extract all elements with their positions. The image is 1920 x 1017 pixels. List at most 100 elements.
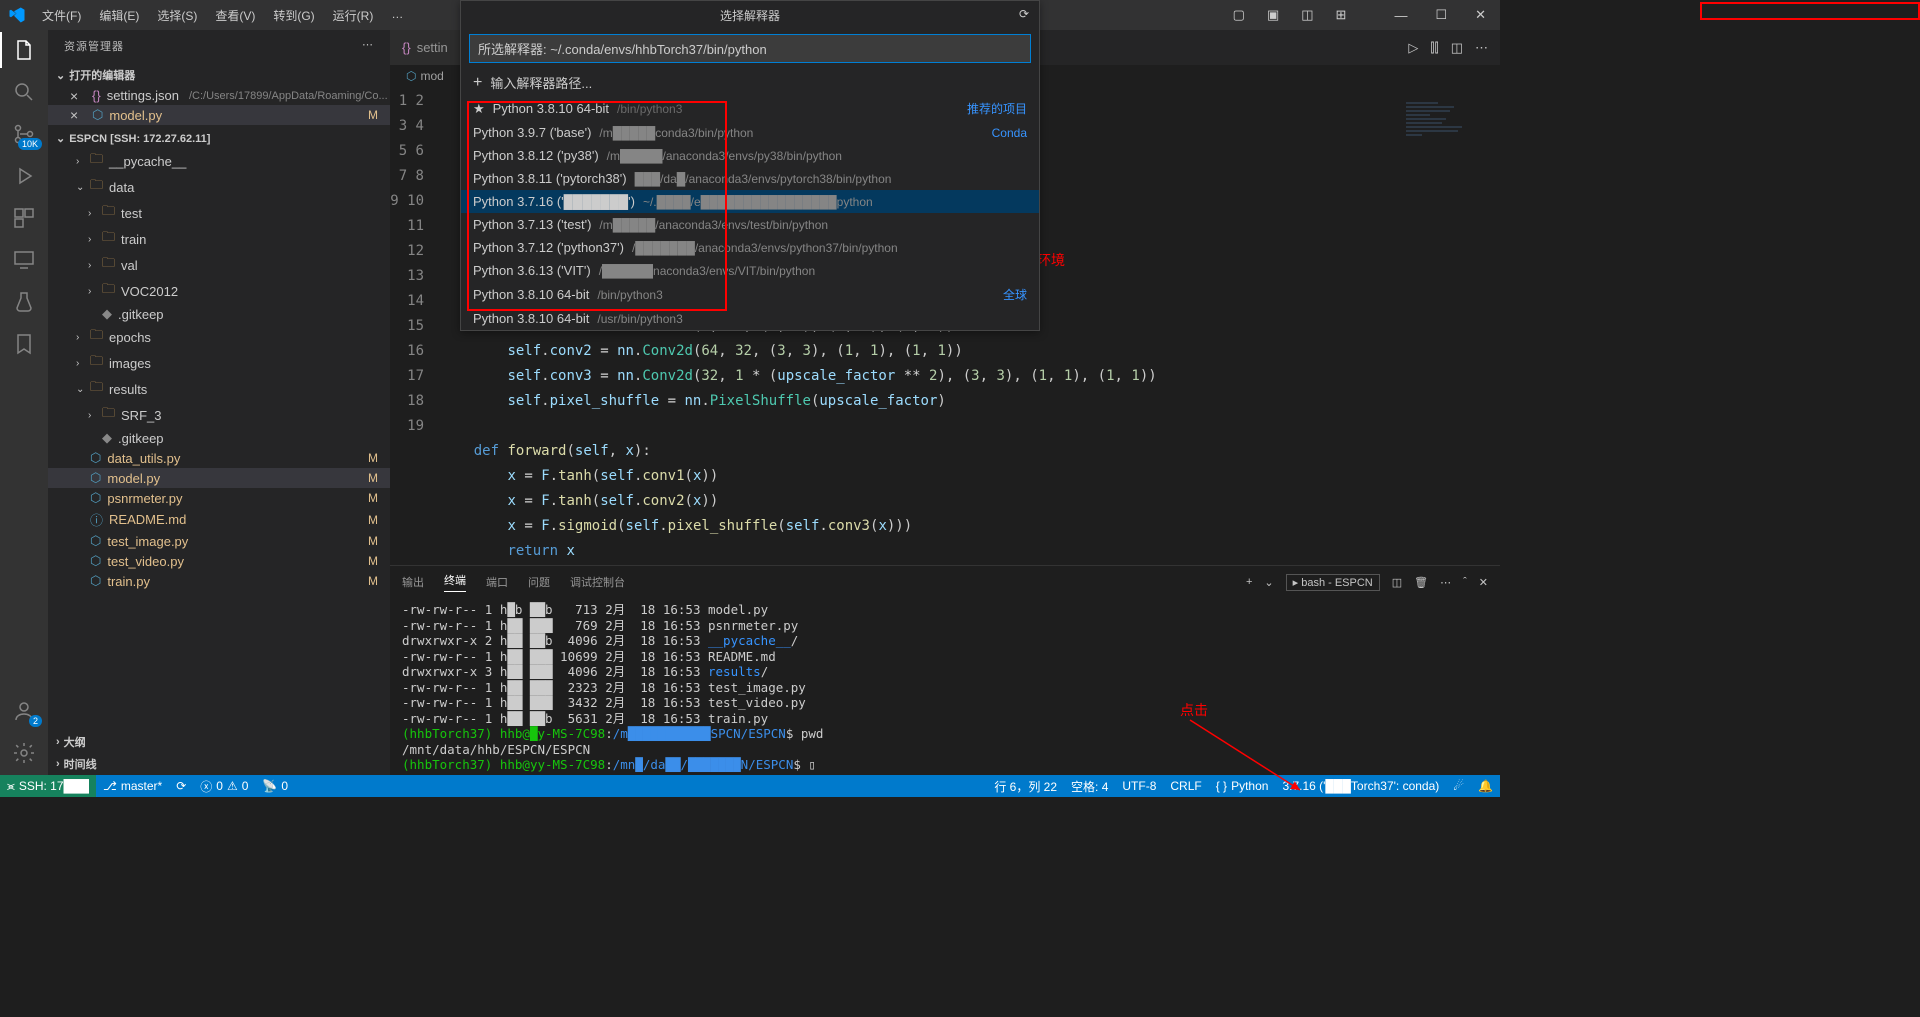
quickpick-item[interactable]: Python 3.7.12 ('python37')/███████/anaco… [461,236,1039,259]
terminal-content[interactable]: -rw-rw-r-- 1 h█b ██b 713 2月 18 16:53 mod… [390,598,1500,775]
close-icon[interactable]: × [70,88,78,104]
quickpick-item[interactable]: Python 3.7.13 ('test')/m█████/anaconda3/… [461,213,1039,236]
bookmark-icon[interactable] [12,332,36,356]
status-ports[interactable]: 📡 0 [255,779,295,793]
panel-tab-terminal[interactable]: 终端 [444,572,466,592]
more-icon[interactable]: ⋯ [1440,576,1451,589]
folder-item[interactable]: ⌄🗀results [48,376,390,402]
timeline-header[interactable]: ›时间线 [48,753,390,775]
split-icon[interactable]: ⫿⫿ [1430,40,1438,56]
menu-more[interactable]: … [383,3,411,28]
panel-tab-problems[interactable]: 问题 [528,574,550,590]
folder-item[interactable]: ›🗀val [48,252,390,278]
quickpick-item[interactable]: Python 3.7.16 ('███████')~/.████/e██████… [461,190,1039,213]
folder-item[interactable]: ›🗀images [48,350,390,376]
panel-tab-debug[interactable]: 调试控制台 [570,574,625,590]
close-icon[interactable]: ✕ [1479,576,1488,589]
quickpick-interpreter: 选择解释器 ⟳ 所选解释器: ~/.conda/envs/hhbTorch37/… [460,0,1040,331]
remote-explorer-icon[interactable] [12,248,36,272]
menu-file[interactable]: 文件(F) [34,3,89,28]
close-icon[interactable]: × [70,107,78,123]
source-control-icon[interactable]: 10K [12,122,36,146]
file-item[interactable]: ⬡psnrmeter.pyM [48,488,390,508]
file-item[interactable]: ⬡test_image.pyM [48,531,390,551]
quickpick-item-star[interactable]: ★Python 3.8.10 64-bit/bin/python3 推荐的项目 [461,96,1039,121]
open-editor-item[interactable]: ×⬡model.pyM [48,105,390,125]
search-icon[interactable] [12,80,36,104]
extensions-icon[interactable] [12,206,36,230]
status-position[interactable]: 行 6，列 22 [987,778,1064,795]
minimap[interactable] [1402,100,1482,480]
more-icon[interactable]: ⋯ [1475,40,1488,56]
file-item[interactable]: ⬡model.pyM [48,468,390,488]
testing-icon[interactable] [12,290,36,314]
menu-view[interactable]: 查看(V) [207,3,263,28]
trash-icon[interactable]: 🗑 [1414,576,1428,589]
reload-icon[interactable]: ⟳ [1019,7,1029,21]
minimize-icon[interactable]: — [1388,4,1413,27]
close-icon[interactable]: ✕ [1469,3,1492,27]
file-item[interactable]: ◆.gitkeep [48,428,390,448]
badge: 10K [18,138,42,150]
run-debug-icon[interactable] [12,164,36,188]
folder-item[interactable]: ›🗀__pycache__ [48,148,390,174]
status-encoding[interactable]: UTF-8 [1115,778,1163,795]
layout-icon[interactable]: ◫ [1295,3,1319,27]
folder-item[interactable]: ›🗀SRF_3 [48,402,390,428]
outline-header[interactable]: ›大纲 [48,731,390,753]
menu-select[interactable]: 选择(S) [149,3,205,28]
file-item[interactable]: ⬡train.pyM [48,571,390,591]
split-icon[interactable]: ◫ [1392,576,1402,589]
more-icon[interactable]: ⋯ [362,38,374,54]
folder-item[interactable]: ⌄🗀data [48,174,390,200]
file-item[interactable]: ⬡data_utils.pyM [48,448,390,468]
quickpick-item[interactable]: Python 3.8.11 ('pytorch38')███/da█/anaco… [461,167,1039,190]
settings-gear-icon[interactable] [12,741,36,765]
status-problems[interactable]: ⓧ 0 ⚠ 0 [193,778,255,795]
tab-settings[interactable]: {}settin [390,30,460,65]
quickpick-title: 选择解释器 ⟳ [461,1,1039,30]
status-feedback-icon[interactable]: ☄ [1446,778,1471,795]
folder-item[interactable]: ›🗀train [48,226,390,252]
explorer-icon[interactable] [12,38,36,62]
quickpick-item[interactable]: Python 3.6.13 ('VIT')/██████naconda3/env… [461,259,1039,282]
panel-tab-output[interactable]: 输出 [402,574,424,590]
menu-run[interactable]: 运行(R) [325,3,382,28]
quickpick-item[interactable]: Python 3.9.7 ('base')/m█████conda3/bin/p… [461,121,1039,144]
file-item[interactable]: ◆.gitkeep [48,304,390,324]
layout-icon[interactable]: ⊞ [1330,3,1353,27]
workspace-header[interactable]: ⌄ESPCN [SSH: 172.27.62.11] [48,129,390,148]
status-bell-icon[interactable]: 🔔 [1471,778,1500,795]
status-interpreter[interactable]: 3.7.16 ('███Torch37': conda) [1275,778,1446,795]
status-branch[interactable]: ⎇ master* [96,779,169,793]
folder-item[interactable]: ›🗀test [48,200,390,226]
status-eol[interactable]: CRLF [1163,778,1208,795]
quickpick-item[interactable]: Python 3.8.10 64-bit/usr/bin/python3 [461,307,1039,330]
quickpick-item[interactable]: Python 3.8.10 64-bit/bin/python3全球 [461,282,1039,307]
status-sync[interactable]: ⟳ [169,779,193,793]
file-item[interactable]: ⬡test_video.pyM [48,551,390,571]
status-lang[interactable]: { } Python [1209,778,1276,795]
quickpick-input[interactable]: 所选解释器: ~/.conda/envs/hhbTorch37/bin/pyth… [469,34,1031,63]
status-spaces[interactable]: 空格: 4 [1064,778,1115,795]
split-editor-icon[interactable]: ◫ [1451,40,1463,56]
layout-icon[interactable]: ▣ [1261,3,1285,27]
open-editor-item[interactable]: ×{}settings.json/C:/Users/17899/AppData/… [48,86,390,105]
plus-icon[interactable]: + [1246,576,1252,588]
quickpick-item[interactable]: Python 3.8.12 ('py38')/m█████/anaconda3/… [461,144,1039,167]
file-item[interactable]: ⓘREADME.mdM [48,508,390,531]
open-editors-header[interactable]: ⌄打开的编辑器 [48,64,390,86]
menu-edit[interactable]: 编辑(E) [91,3,147,28]
account-icon[interactable]: 2 [12,699,36,723]
chevron-up-icon[interactable]: ˆ [1463,576,1467,588]
panel-tab-ports[interactable]: 端口 [486,574,508,590]
layout-icon[interactable]: ▢ [1227,3,1251,27]
folder-item[interactable]: ›🗀VOC2012 [48,278,390,304]
maximize-icon[interactable]: ☐ [1429,3,1453,27]
quickpick-enter-path[interactable]: +输入解释器路径... [461,69,1039,96]
status-remote[interactable]: ⪤ SSH: 17███ [0,775,96,797]
run-icon[interactable]: ▷ [1408,40,1418,56]
menu-go[interactable]: 转到(G) [265,3,322,28]
chevron-down-icon[interactable]: ⌄ [1264,576,1273,589]
folder-item[interactable]: ›🗀epochs [48,324,390,350]
